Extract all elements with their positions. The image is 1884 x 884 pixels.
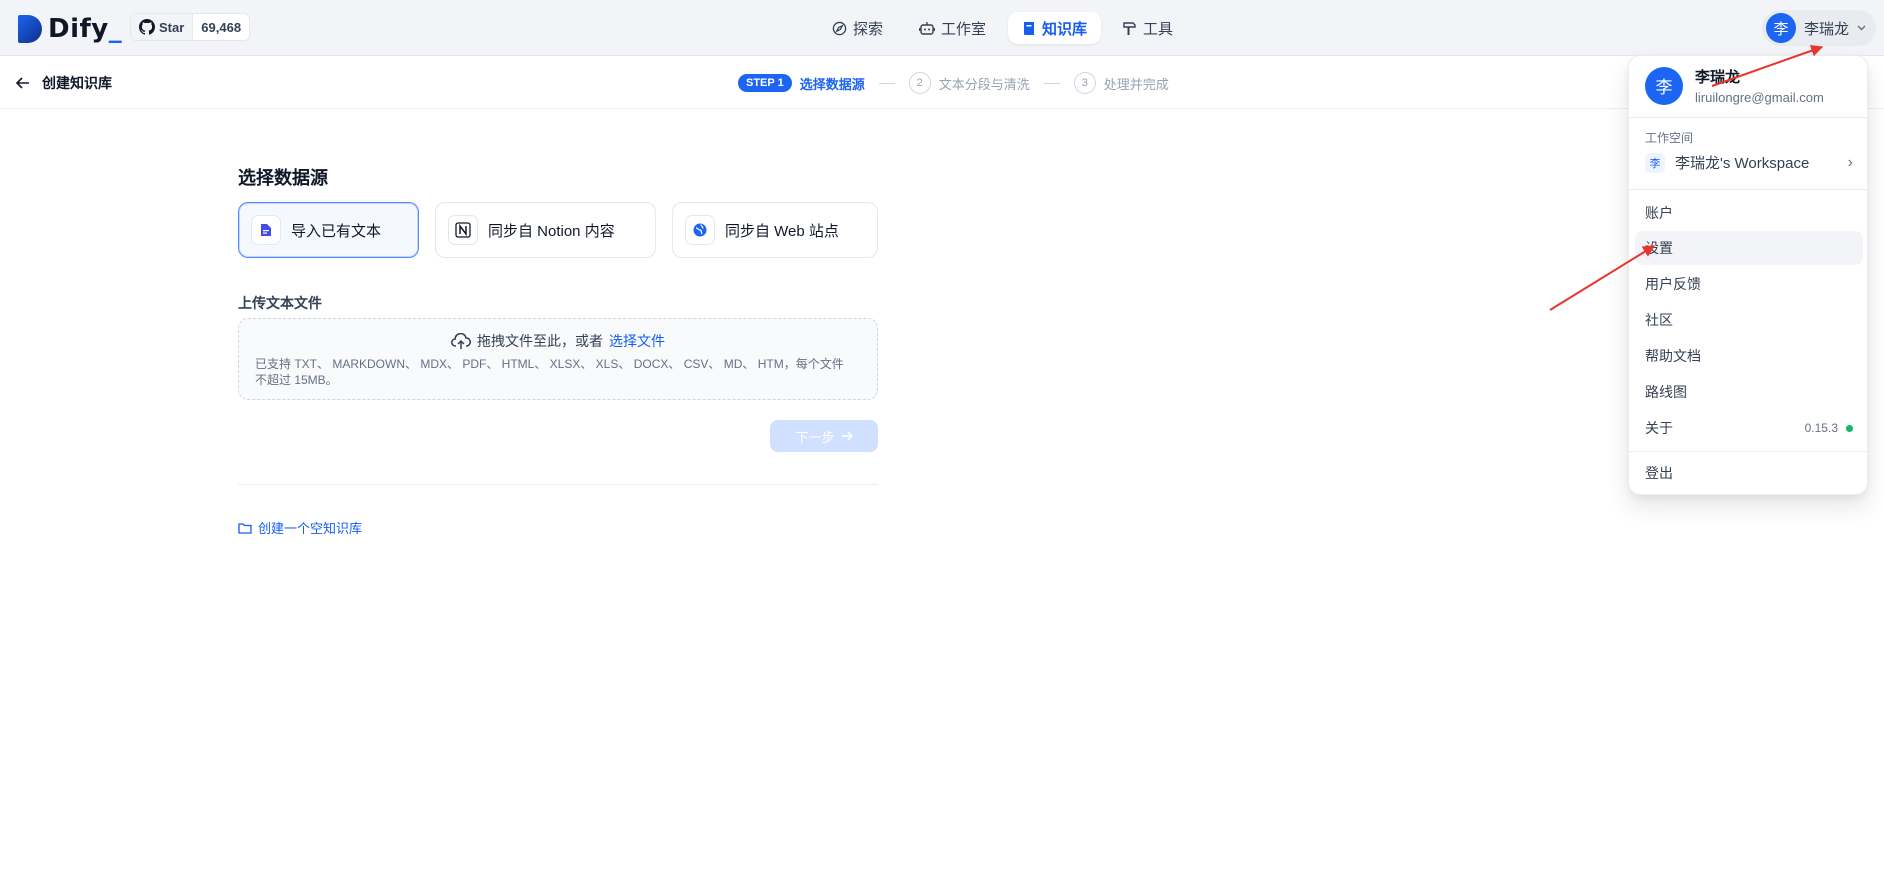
menu-user-name: 李瑞龙 [1695,69,1741,86]
main-nav: 探索 工作室 知识库 工具 [818,12,1187,44]
avatar: 李 [1766,13,1796,43]
nav-explore[interactable]: 探索 [818,12,897,44]
create-empty-label: 创建一个空知识库 [258,521,363,536]
menu-item-settings[interactable]: 设置 [1635,231,1863,265]
notion-icon [448,215,478,245]
step-3-number: 3 [1073,72,1096,94]
folder-icon [238,522,252,534]
menu-item-community[interactable]: 社区 [1635,303,1863,337]
annotation-arrows [1549,44,1824,311]
menu-user-email: liruilongre@gmail.com [1695,90,1824,105]
github-star-label: Star [159,19,185,35]
chevron-right-icon: › [1847,153,1853,171]
step-2-label: 文本分段与清洗 [938,76,1030,92]
menu-divider [1629,189,1867,190]
menu-item-about[interactable]: 关于 0.15.3 [1635,411,1863,445]
dropzone-text: 拖拽文件至此，或者 [477,333,603,349]
nav-knowledge-label: 知识库 [1042,20,1088,38]
workspace-selector[interactable]: 李 李瑞龙's Workspace › [1645,152,1853,173]
github-star-button[interactable]: Star [131,14,194,40]
file-icon [251,215,281,245]
source-web-option[interactable]: 同步自 Web 站点 [672,202,878,258]
user-dropdown-menu: 李 李瑞龙 liruilongre@gmail.com 工作空间 李 李瑞龙's… [1628,55,1868,495]
compass-icon [832,21,847,35]
source-web-label: 同步自 Web 站点 [725,222,839,240]
section-divider [238,484,878,485]
section-title: 选择数据源 [238,168,328,188]
workspace-name: 李瑞龙's Workspace [1675,155,1810,172]
top-bar: Dify_ Star 69,468 探索 工作室 知识库 工具 李 李瑞龙 [0,0,1884,56]
nav-studio[interactable]: 工作室 [905,12,1000,44]
cloud-upload-icon [451,332,471,349]
step-divider [878,82,895,84]
menu-item-logout[interactable]: 登出 [1635,456,1863,490]
robot-icon [919,21,935,35]
menu-divider [1629,117,1867,118]
dropzone-prompt: 拖拽文件至此，或者 选择文件 [239,331,877,351]
version-badge: 0.15.3 [1805,421,1853,435]
book-icon [1024,21,1035,35]
menu-item-account[interactable]: 账户 [1635,196,1863,230]
stepper: STEP 1 选择数据源 2 文本分段与清洗 3 处理并完成 [738,72,1169,94]
select-file-link[interactable]: 选择文件 [609,331,665,351]
chevron-down-icon [1857,25,1866,31]
workspace-label: 工作空间 [1645,131,1694,145]
version-number: 0.15.3 [1804,421,1838,435]
nav-knowledge[interactable]: 知识库 [1008,12,1102,44]
menu-item-help[interactable]: 帮助文档 [1635,339,1863,373]
source-file-label: 导入已有文本 [291,222,382,240]
source-notion-label: 同步自 Notion 内容 [488,222,615,240]
status-dot [1846,424,1853,432]
menu-item-roadmap[interactable]: 路线图 [1635,375,1863,409]
upload-label: 上传文本文件 [238,295,322,311]
dify-logo-text: Dify_ [48,14,123,44]
page-title: 创建知识库 [42,75,112,91]
source-file-option[interactable]: 导入已有文本 [238,202,419,258]
avatar: 李 [1645,66,1683,105]
github-star-widget[interactable]: Star 69,468 [130,13,251,41]
step-2-number: 2 [908,72,931,94]
workspace-avatar: 李 [1645,152,1665,173]
dify-logo-mark [18,15,42,43]
globe-icon [685,215,715,245]
user-menu-button[interactable]: 李 李瑞龙 [1762,10,1877,46]
step-1-label: 选择数据源 [799,76,865,92]
menu-item-about-label: 关于 [1645,420,1673,436]
step-divider [1043,82,1060,84]
nav-studio-label: 工作室 [941,20,987,38]
github-icon [139,19,155,35]
nav-explore-label: 探索 [853,20,884,38]
user-name: 李瑞龙 [1804,20,1850,38]
menu-divider [1629,451,1867,452]
file-dropzone[interactable]: 拖拽文件至此，或者 选择文件 已支持 TXT、 MARKDOWN、 MDX、 P… [238,318,878,400]
hammer-icon [1123,21,1136,35]
next-button-label: 下一步 [795,429,835,445]
next-button[interactable]: 下一步 [770,420,878,452]
arrow-left-icon [16,77,29,89]
github-star-count: 69,468 [201,19,242,35]
menu-item-feedback[interactable]: 用户反馈 [1635,267,1863,301]
nav-tools[interactable]: 工具 [1109,12,1187,44]
create-empty-knowledge-link[interactable]: 创建一个空知识库 [238,518,362,537]
dify-logo[interactable]: Dify_ [18,14,122,44]
step-3-label: 处理并完成 [1103,76,1169,92]
source-notion-option[interactable]: 同步自 Notion 内容 [435,202,656,258]
step-bar: 创建知识库 STEP 1 选择数据源 2 文本分段与清洗 3 处理并完成 [0,57,1884,109]
nav-tools-label: 工具 [1143,20,1174,38]
back-button[interactable]: 创建知识库 [16,73,112,93]
step-1-badge: STEP 1 [738,74,792,92]
dropzone-hint: 已支持 TXT、 MARKDOWN、 MDX、 PDF、 HTML、 XLSX、… [255,357,844,387]
menu-user-info: 李 李瑞龙 liruilongre@gmail.com [1645,66,1824,105]
arrow-right-icon [841,431,853,441]
